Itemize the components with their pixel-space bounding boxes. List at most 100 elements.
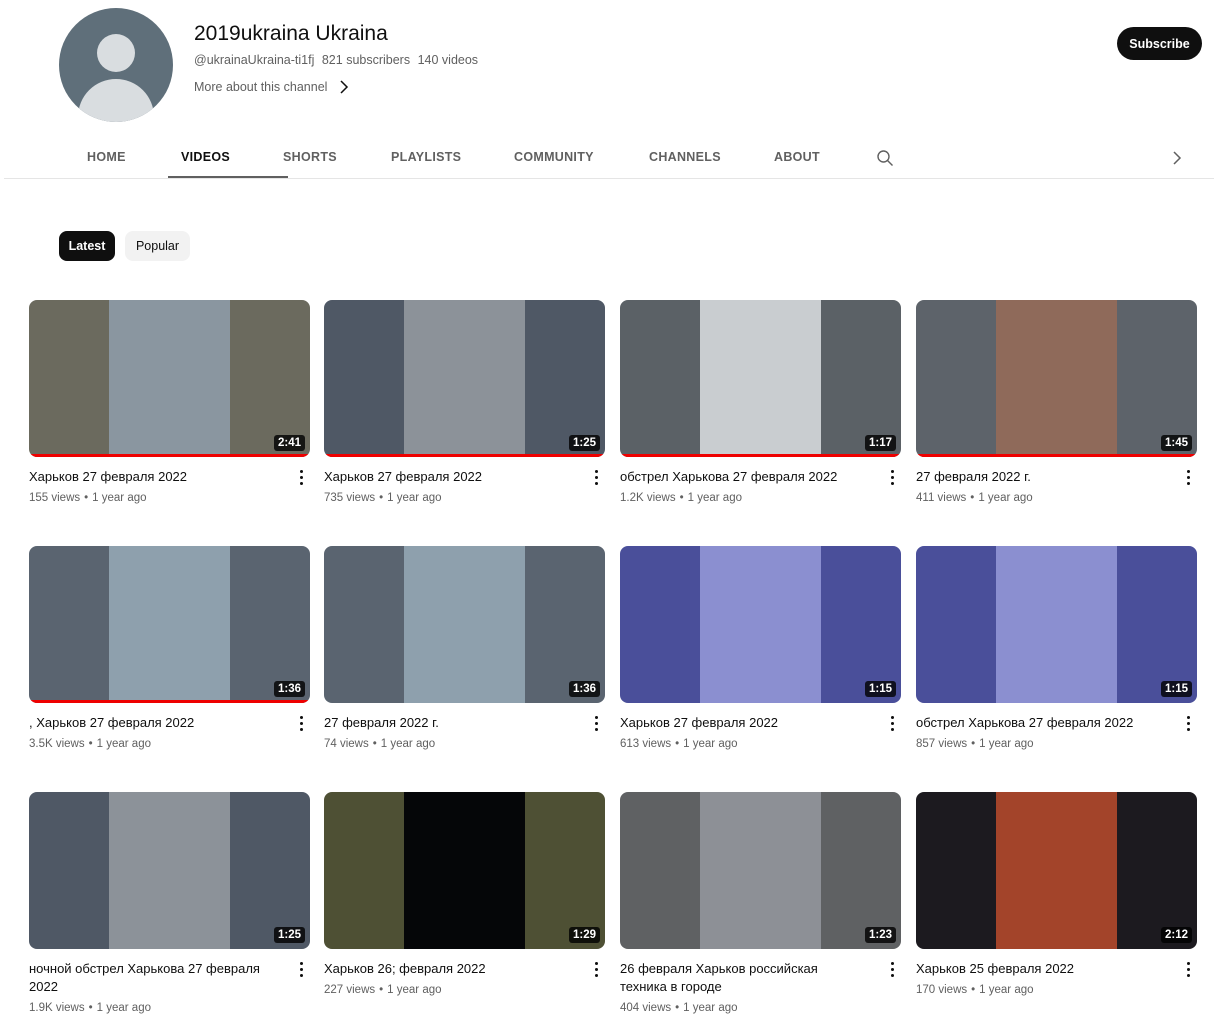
tab-about[interactable]: ABOUT bbox=[774, 150, 820, 164]
thumbnail-blur-left bbox=[916, 792, 996, 949]
more-options-icon[interactable] bbox=[888, 470, 896, 488]
channel-handle: @ukrainaUkraina-ti1fj bbox=[194, 53, 315, 67]
more-options-icon[interactable] bbox=[888, 962, 896, 980]
video-card[interactable]: 1:25 ночной обстрел Харькова 27 февраля 2… bbox=[29, 792, 311, 1014]
video-title[interactable]: Харьков 27 февраля 2022 bbox=[324, 468, 569, 486]
thumbnail-blur-left bbox=[916, 546, 996, 703]
thumbnail-blur-right bbox=[230, 546, 310, 703]
video-thumbnail[interactable]: 1:45 bbox=[916, 300, 1197, 457]
more-options-icon[interactable] bbox=[1184, 716, 1192, 734]
watch-progress-bar bbox=[324, 454, 605, 457]
tabs-divider bbox=[4, 178, 1214, 179]
video-thumbnail[interactable]: 1:15 bbox=[916, 546, 1197, 703]
watch-progress-bar bbox=[620, 454, 901, 457]
video-card[interactable]: 1:45 27 февраля 2022 г. 411 views • 1 year a… bbox=[916, 300, 1198, 504]
tab-channels[interactable]: CHANNELS bbox=[649, 150, 721, 164]
video-duration: 1:17 bbox=[864, 435, 896, 451]
view-count: 1.9K views bbox=[29, 1002, 85, 1014]
thumbnail-blur-right bbox=[525, 792, 605, 949]
more-options-icon[interactable] bbox=[1184, 470, 1192, 488]
thumbnail-frame bbox=[404, 546, 525, 703]
video-card[interactable]: 1:29 Харьков 26; февраля 2022 227 views • 1 … bbox=[324, 792, 606, 996]
video-card[interactable]: 1:23 26 февраля Харьков российская техник… bbox=[620, 792, 902, 1014]
video-title[interactable]: , Харьков 27 февраля 2022 bbox=[29, 714, 274, 732]
upload-age: 1 year ago bbox=[979, 738, 1034, 750]
video-duration: 1:15 bbox=[1160, 681, 1192, 697]
video-count: 140 videos bbox=[417, 53, 479, 67]
video-card[interactable]: 1:15 обстрел Харькова 27 февраля 2022 857 … bbox=[916, 546, 1198, 750]
video-title[interactable]: Харьков 27 февраля 2022 bbox=[29, 468, 274, 486]
video-duration: 1:15 bbox=[864, 681, 896, 697]
tab-videos[interactable]: VIDEOS bbox=[181, 150, 230, 164]
video-thumbnail[interactable]: 1:15 bbox=[620, 546, 901, 703]
video-card[interactable]: 1:25 Харьков 27 февраля 2022 735 views • 1 y… bbox=[324, 300, 606, 504]
video-title[interactable]: Харьков 27 февраля 2022 bbox=[620, 714, 865, 732]
view-count: 613 views bbox=[620, 738, 672, 750]
thumbnail-blur-right bbox=[525, 546, 605, 703]
more-options-icon[interactable] bbox=[592, 470, 600, 488]
video-thumbnail[interactable]: 1:29 bbox=[324, 792, 605, 949]
video-card[interactable]: 2:12 Харьков 25 февраля 2022 170 views • 1 y… bbox=[916, 792, 1198, 996]
video-thumbnail[interactable]: 1:25 bbox=[324, 300, 605, 457]
more-options-icon[interactable] bbox=[297, 962, 305, 980]
more-options-icon[interactable] bbox=[592, 962, 600, 980]
video-thumbnail[interactable]: 1:17 bbox=[620, 300, 901, 457]
meta-separator: • bbox=[372, 738, 377, 750]
video-title[interactable]: 26 февраля Харьков российская техника в … bbox=[620, 960, 865, 996]
video-card[interactable]: 1:36 27 февраля 2022 г. 74 views • 1 year ag… bbox=[324, 546, 606, 750]
video-title[interactable]: обстрел Харькова 27 февраля 2022 bbox=[620, 468, 865, 486]
video-thumbnail[interactable]: 1:36 bbox=[324, 546, 605, 703]
chip-popular[interactable]: Popular bbox=[125, 231, 190, 261]
video-card[interactable]: 1:15 Харьков 27 февраля 2022 613 views • 1 y… bbox=[620, 546, 902, 750]
more-options-icon[interactable] bbox=[1184, 962, 1192, 980]
video-thumbnail[interactable]: 1:23 bbox=[620, 792, 901, 949]
more-options-icon[interactable] bbox=[592, 716, 600, 734]
upload-age: 1 year ago bbox=[387, 984, 442, 996]
view-count: 735 views bbox=[324, 492, 376, 504]
video-duration: 1:25 bbox=[568, 435, 600, 451]
view-count: 170 views bbox=[916, 984, 968, 996]
video-title[interactable]: ночной обстрел Харькова 27 февраля 2022 bbox=[29, 960, 274, 996]
more-options-icon[interactable] bbox=[297, 470, 305, 488]
video-duration: 1:25 bbox=[273, 927, 305, 943]
video-thumbnail[interactable]: 2:41 bbox=[29, 300, 310, 457]
chevron-right-icon[interactable] bbox=[1170, 150, 1184, 166]
watch-progress-bar bbox=[29, 454, 310, 457]
thumbnail-blur-right bbox=[821, 792, 901, 949]
video-title[interactable]: 27 февраля 2022 г. bbox=[916, 468, 1161, 486]
search-icon[interactable] bbox=[876, 149, 894, 167]
thumbnail-frame bbox=[996, 546, 1117, 703]
subscribe-button[interactable]: Subscribe bbox=[1117, 27, 1202, 60]
more-options-icon[interactable] bbox=[297, 716, 305, 734]
video-meta: 613 views • 1 year ago bbox=[620, 738, 738, 750]
upload-age: 1 year ago bbox=[387, 492, 442, 504]
video-thumbnail[interactable]: 1:36 bbox=[29, 546, 310, 703]
more-options-icon[interactable] bbox=[888, 716, 896, 734]
thumbnail-blur-left bbox=[324, 546, 404, 703]
video-title[interactable]: обстрел Харькова 27 февраля 2022 bbox=[916, 714, 1161, 732]
view-count: 74 views bbox=[324, 738, 369, 750]
video-card[interactable]: 1:17 обстрел Харькова 27 февраля 2022 1.2K… bbox=[620, 300, 902, 504]
tab-home[interactable]: HOME bbox=[87, 150, 126, 164]
tab-shorts[interactable]: SHORTS bbox=[283, 150, 337, 164]
tab-community[interactable]: COMMUNITY bbox=[514, 150, 594, 164]
thumbnail-frame bbox=[109, 300, 230, 457]
upload-age: 1 year ago bbox=[380, 738, 436, 750]
video-title[interactable]: Харьков 26; февраля 2022 bbox=[324, 960, 569, 978]
video-title[interactable]: 27 февраля 2022 г. bbox=[324, 714, 569, 732]
video-thumbnail[interactable]: 1:25 bbox=[29, 792, 310, 949]
chip-latest[interactable]: Latest bbox=[59, 231, 115, 261]
video-meta: 404 views • 1 year ago bbox=[620, 1002, 738, 1014]
view-count: 404 views bbox=[620, 1002, 672, 1014]
video-card[interactable]: 2:41 Харьков 27 февраля 2022 155 views • 1 y… bbox=[29, 300, 311, 504]
more-about-channel-link[interactable]: More about this channel bbox=[194, 80, 349, 94]
channel-tabs: HOME VIDEOS SHORTS PLAYLISTS COMMUNITY C… bbox=[0, 136, 1215, 179]
video-thumbnail[interactable]: 2:12 bbox=[916, 792, 1197, 949]
video-title[interactable]: Харьков 25 февраля 2022 bbox=[916, 960, 1161, 978]
tab-playlists[interactable]: PLAYLISTS bbox=[391, 150, 461, 164]
upload-age: 1 year ago bbox=[978, 492, 1033, 504]
video-card[interactable]: 1:36 , Харьков 27 февраля 2022 3.5K views •… bbox=[29, 546, 311, 750]
thumbnail-frame bbox=[109, 546, 230, 703]
view-count: 3.5K views bbox=[29, 738, 85, 750]
thumbnail-frame bbox=[700, 792, 821, 949]
